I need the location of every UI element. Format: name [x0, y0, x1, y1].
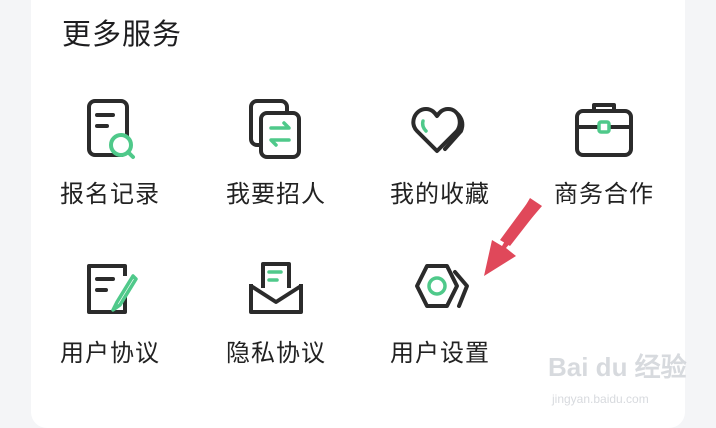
- service-item-registration-records[interactable]: 报名记录: [40, 95, 180, 225]
- record-search-icon: [87, 99, 135, 159]
- envelope-letter-icon: [249, 262, 303, 314]
- annotation-arrow: [484, 198, 542, 276]
- briefcase-icon: [575, 103, 633, 157]
- recruit-swap-icon: [249, 99, 301, 159]
- service-label: 报名记录: [60, 180, 160, 208]
- service-label: 用户设置: [390, 339, 490, 367]
- service-item-privacy-agreement[interactable]: 隐私协议: [206, 254, 346, 384]
- heart-favorite-icon: [411, 107, 465, 153]
- section-title: 更多服务: [62, 17, 183, 51]
- service-item-recruit[interactable]: 我要招人: [206, 95, 346, 225]
- watermark-url: jingyan.baidu.com: [552, 392, 649, 406]
- hexagon-settings-icon: [415, 264, 469, 308]
- watermark-brand: Bai du 经验: [548, 352, 687, 382]
- service-label: 我要招人: [226, 180, 326, 208]
- service-label: 用户协议: [60, 339, 160, 367]
- document-edit-icon: [87, 264, 138, 314]
- baidu-jingyan-watermark: Bai du 经验 jingyan.baidu.com: [548, 352, 708, 416]
- service-label: 隐私协议: [226, 339, 326, 367]
- service-item-user-agreement[interactable]: 用户协议: [40, 254, 180, 384]
